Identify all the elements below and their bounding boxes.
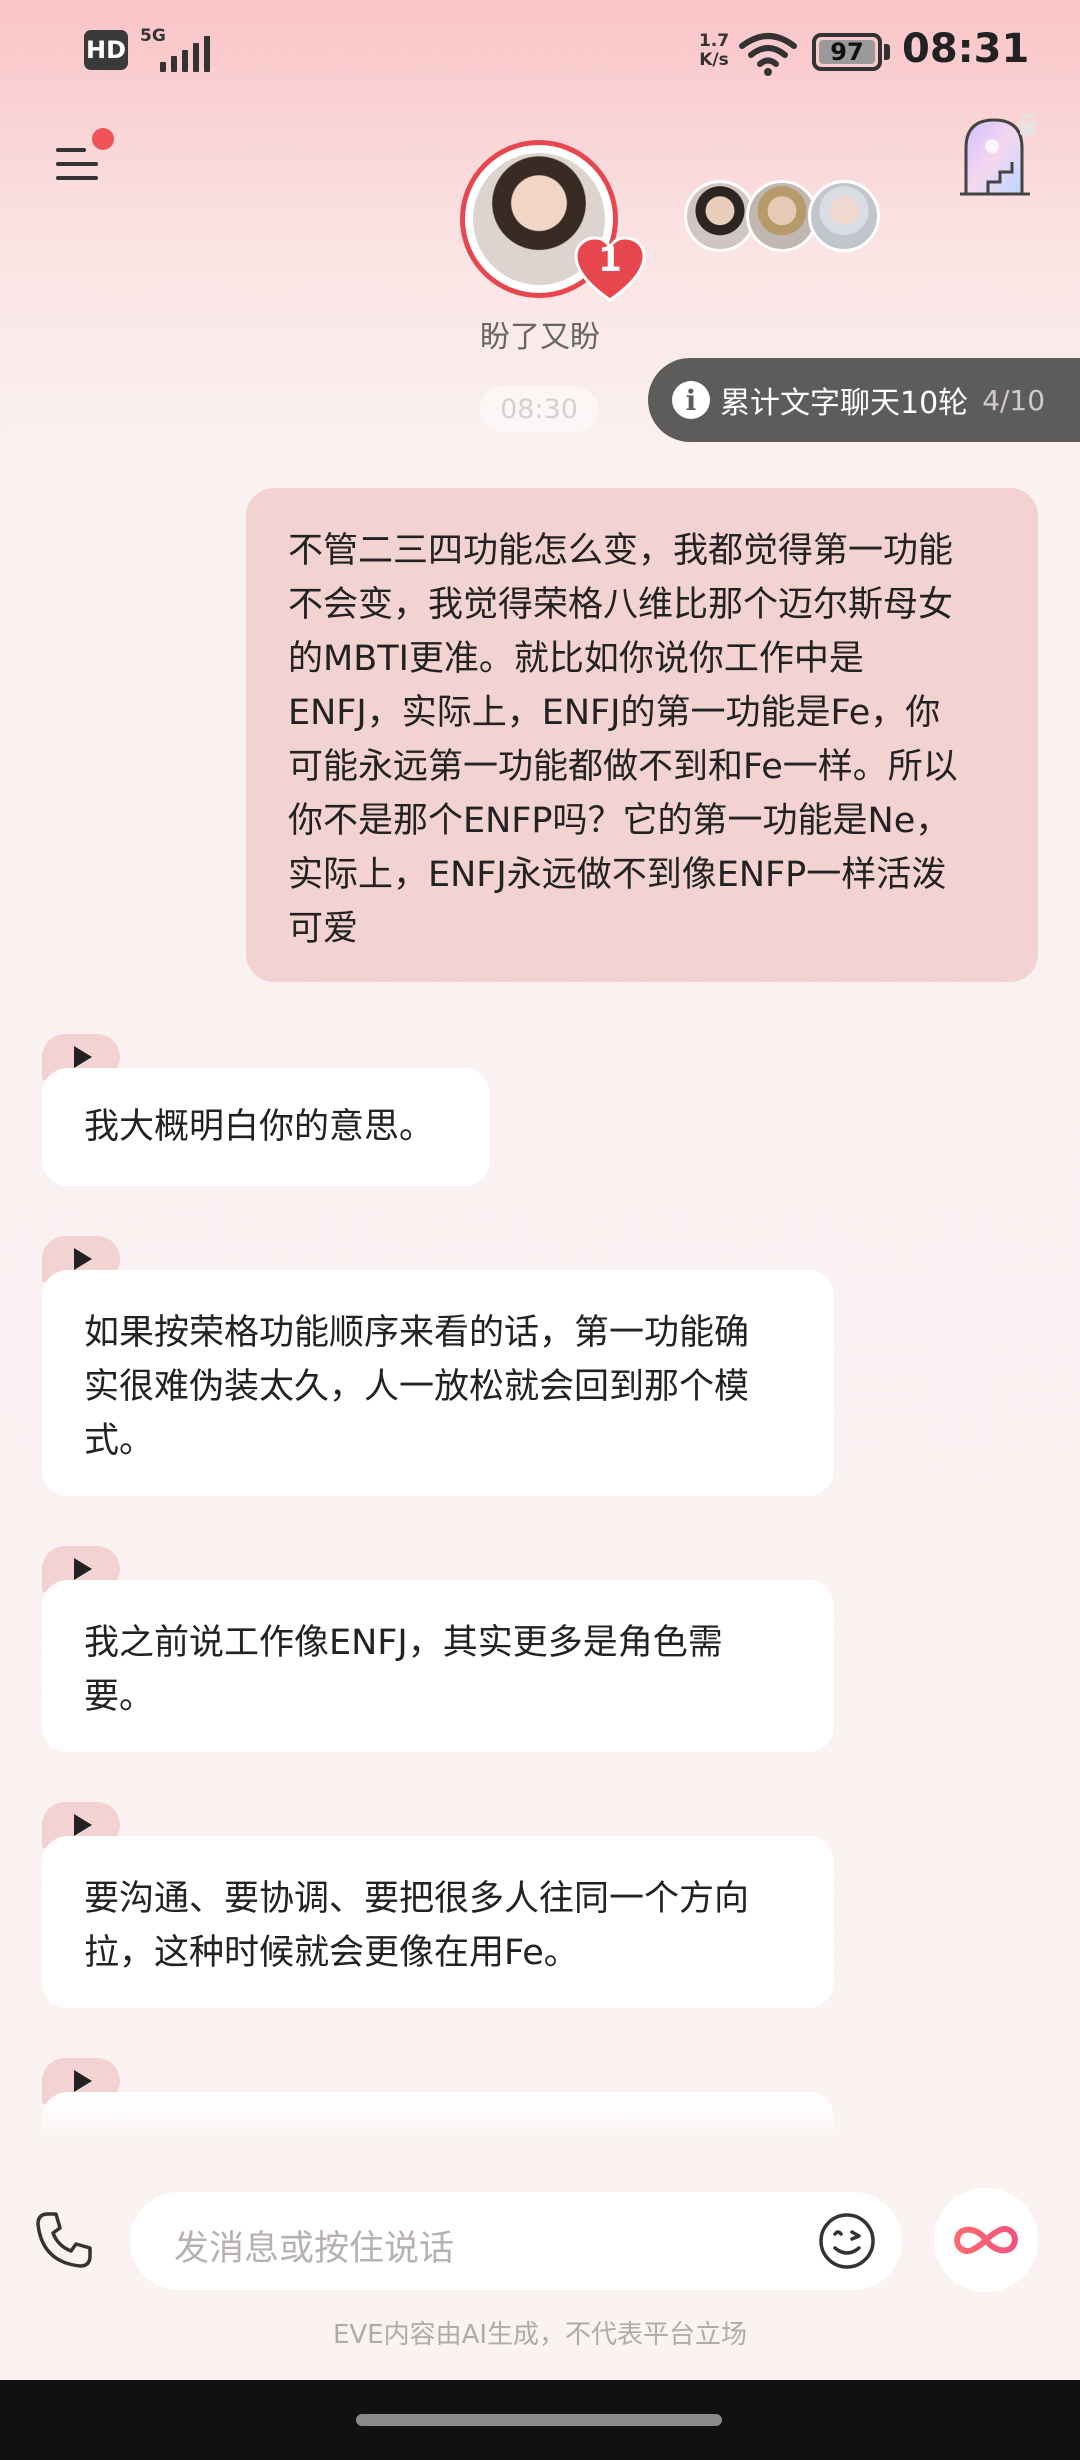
play-icon — [74, 1814, 92, 1836]
emoji-icon[interactable] — [818, 2212, 876, 2270]
battery-icon: 97 — [812, 33, 882, 71]
message-line: 拉，这种时候就会更像在用Fe。 — [84, 1933, 579, 1973]
message-input-placeholder: 发消息或按住说话 — [174, 2229, 455, 2269]
infinity-icon — [954, 2226, 1018, 2254]
message-line: 式。 — [84, 1421, 155, 1461]
message-timestamp: 08:30 — [480, 386, 598, 432]
message-line: 要沟通、要协调、要把很多人往同一个方向 — [84, 1879, 750, 1919]
notification-dot — [92, 128, 114, 150]
message-line: 实际上，ENFJ永远做不到像ENFP一样活泼 — [288, 855, 947, 895]
message-line: 我大概明白你的意思。 — [84, 1107, 435, 1147]
portal-door-icon[interactable] — [958, 112, 1038, 196]
message-line: 要。 — [84, 1677, 155, 1717]
infinity-button[interactable] — [934, 2188, 1038, 2292]
phone-icon[interactable] — [32, 2208, 96, 2272]
info-icon: i — [672, 381, 710, 419]
message-line: 不管二三四功能怎么变，我都觉得第一功能 — [288, 531, 954, 571]
network-speed: 1.7 K/s — [694, 32, 734, 70]
speed-unit: K/s — [699, 50, 729, 70]
character-name: 盼了又盼 — [480, 320, 600, 355]
scroll-fade — [0, 2100, 1080, 2190]
hd-badge: HD — [84, 30, 128, 70]
wifi-icon — [739, 33, 797, 76]
ai-message-bubble[interactable]: 要沟通、要协调、要把很多人往同一个方向 拉，这种时候就会更像在用Fe。 — [42, 1836, 834, 2008]
ai-disclaimer: EVE内容由AI生成，不代表平台立场 — [332, 2320, 748, 2350]
message-line: ENFJ，实际上，ENFJ的第一功能是Fe，你 — [288, 693, 941, 733]
status-bar: HD 5G 1.7 K/s 97 08:31 — [0, 0, 1080, 110]
message-line: 可爱 — [288, 909, 359, 949]
signal-icon — [160, 34, 210, 72]
speed-value: 1.7 — [698, 31, 730, 51]
play-icon — [74, 1558, 92, 1580]
ai-message-bubble[interactable]: 如果按荣格功能顺序来看的话，第一功能确 实很难伪装太久，人一放松就会回到那个模 … — [42, 1270, 834, 1496]
clock: 08:31 — [902, 26, 1030, 72]
battery-level: 97 — [830, 38, 864, 66]
ai-message-bubble[interactable]: 我之前说工作像ENFJ，其实更多是角色需 要。 — [42, 1580, 834, 1752]
message-line: 你不是那个ENFP吗？它的第一功能是Ne， — [288, 801, 951, 841]
message-line: 我之前说工作像ENFJ，其实更多是角色需 — [84, 1623, 723, 1663]
counter-label: 累计文字聊天10轮 — [720, 386, 969, 421]
message-line: 如果按荣格功能顺序来看的话，第一功能确 — [84, 1313, 750, 1353]
ai-message-bubble[interactable]: 我大概明白你的意思。 — [42, 1068, 490, 1186]
play-icon — [74, 1046, 92, 1068]
lock-icon — [1020, 113, 1036, 135]
message-line: 可能永远第一功能都做不到和Fe一样。所以 — [288, 747, 958, 787]
chat-round-counter[interactable]: i 累计文字聊天10轮 4/10 — [648, 358, 1080, 442]
user-message-bubble[interactable]: 不管二三四功能怎么变，我都觉得第一功能 不会变，我觉得荣格八维比那个迈尔斯母女 … — [246, 488, 1038, 982]
play-icon — [74, 2070, 92, 2092]
message-line: 的MBTI更准。就比如你说你工作中是 — [288, 639, 864, 679]
character-avatar-small[interactable] — [808, 180, 880, 252]
message-line: 不会变，我觉得荣格八维比那个迈尔斯母女 — [288, 585, 954, 625]
home-gesture-handle[interactable] — [356, 2414, 722, 2426]
battery-tip — [884, 44, 890, 60]
message-line: 实很难伪装太久，人一放松就会回到那个模 — [84, 1367, 750, 1407]
counter-progress: 4/10 — [982, 383, 1046, 417]
play-icon — [74, 1248, 92, 1270]
heart-count: 1 — [598, 240, 622, 280]
